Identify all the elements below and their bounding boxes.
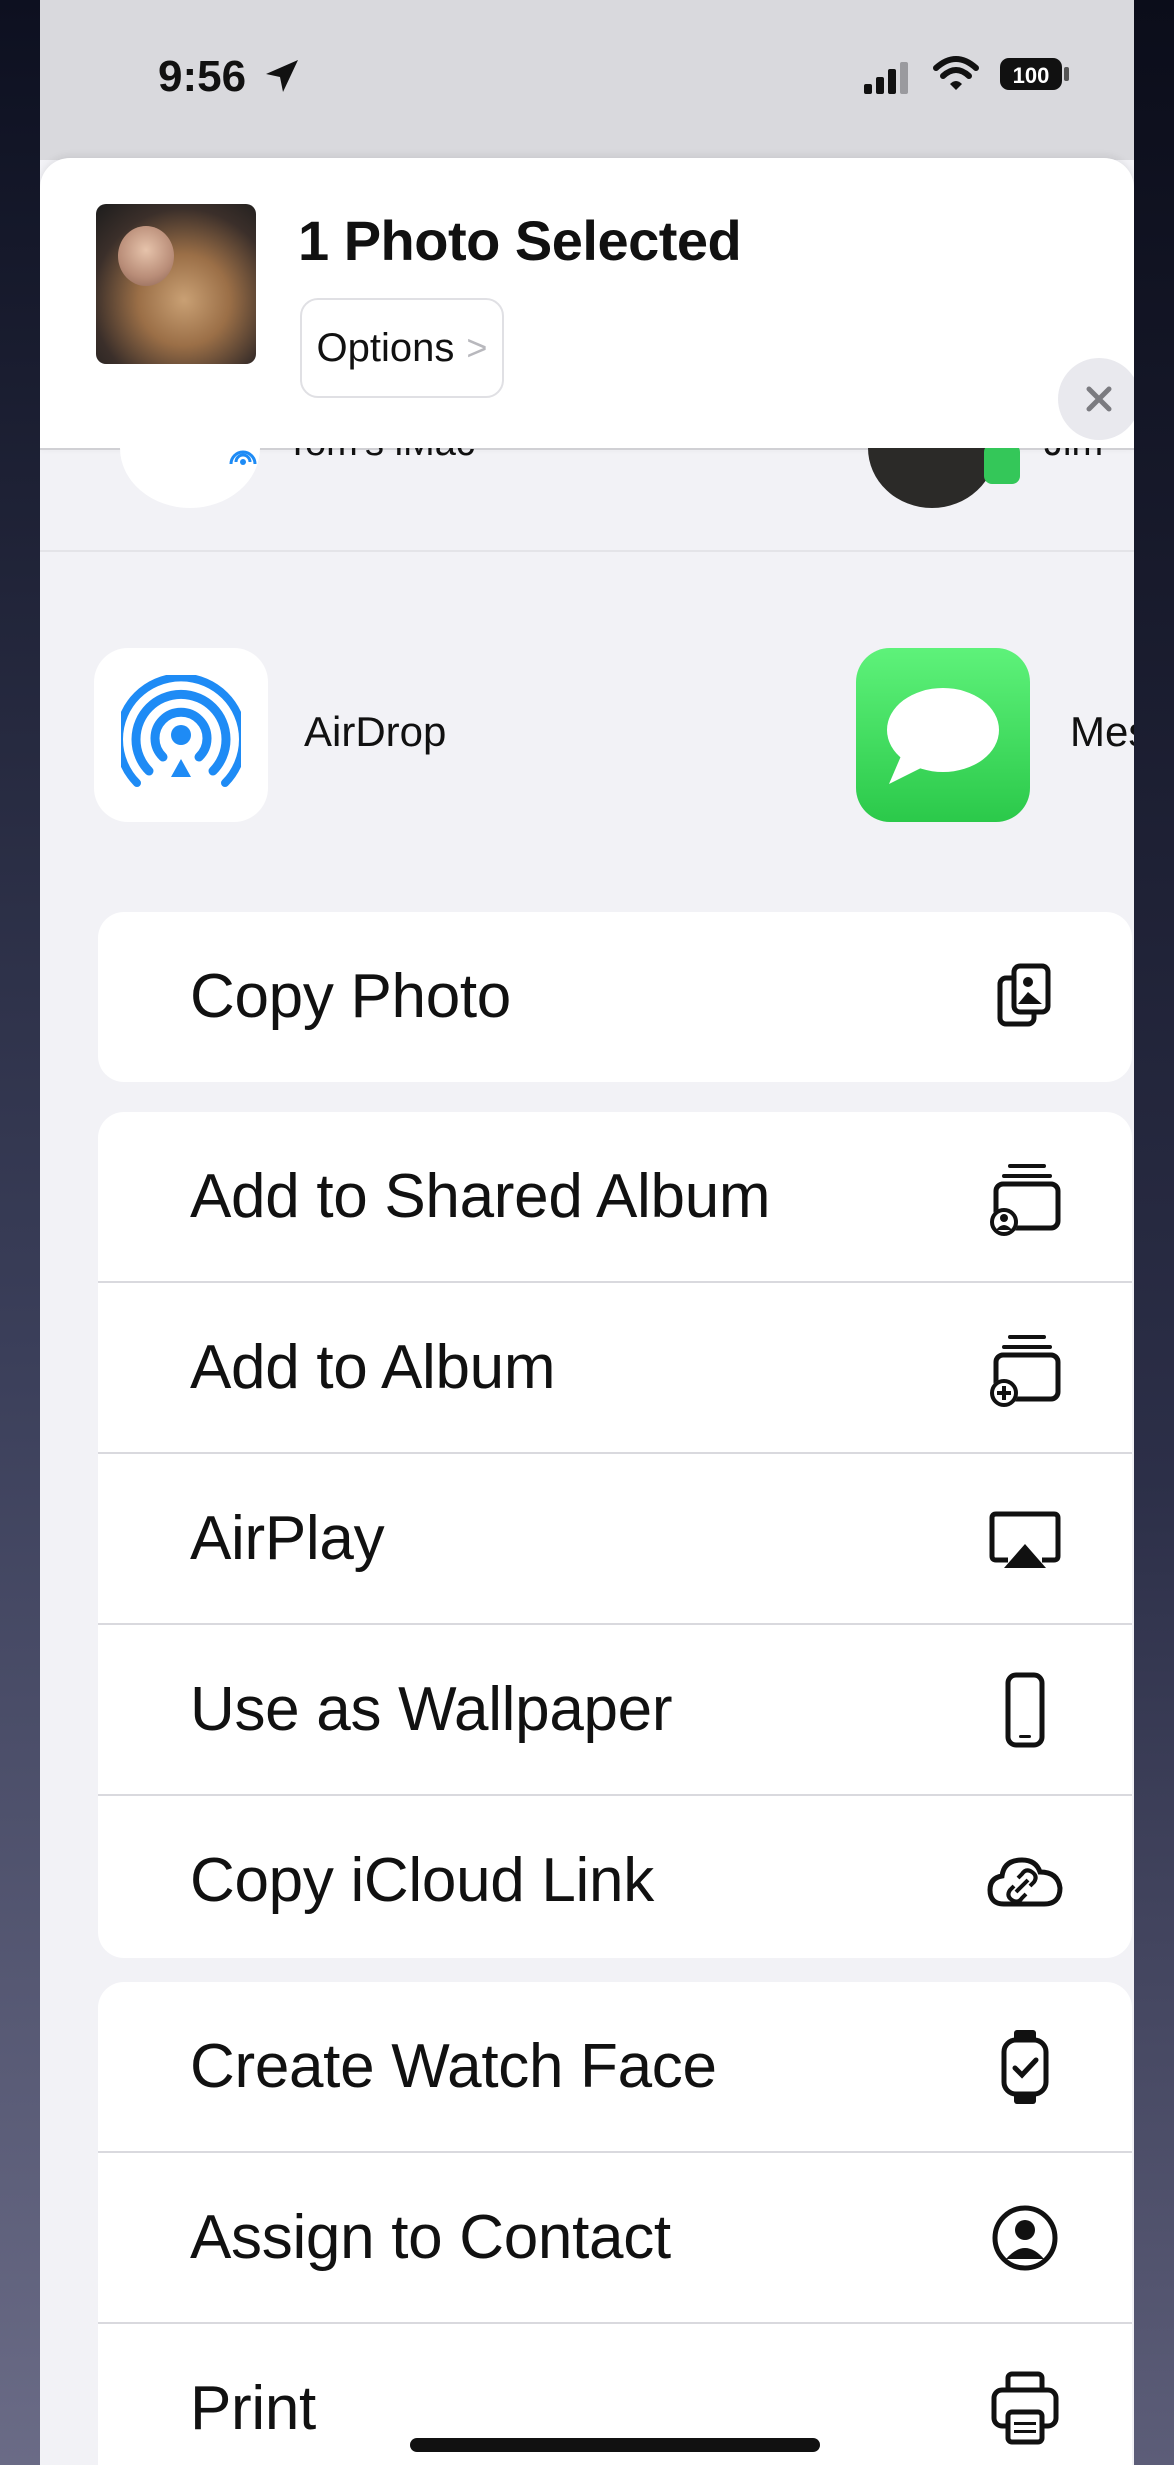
close-button[interactable] <box>1058 358 1134 440</box>
options-button[interactable]: Options > <box>300 298 504 398</box>
action-group-more: Create Watch Face Assign to Contact Prin… <box>98 1982 1132 2465</box>
share-sheet-screen: 9:56 100 1 Photo Selected Options > AirD… <box>40 0 1134 2465</box>
action-group-copy: Copy Photo <box>98 912 1132 1082</box>
printer-icon <box>991 2371 1059 2444</box>
action-label: Copy iCloud Link <box>190 1846 654 1915</box>
status-time: 9:56 <box>158 52 247 101</box>
add-to-shared-album-row[interactable]: Add to Shared Album <box>98 1112 1132 1283</box>
share-apps-row: AirDrop Mess <box>40 648 1134 828</box>
cellular-signal-icon <box>864 62 908 94</box>
person-label-toms-imac: Tom's iMac <box>286 448 475 465</box>
person-label-jim: Jim <box>1044 448 1103 465</box>
location-arrow-icon <box>266 60 298 92</box>
action-label: AirPlay <box>190 1504 385 1573</box>
share-header: 1 Photo Selected Options > <box>40 158 1134 450</box>
chevron-right-icon: > <box>466 327 488 368</box>
action-label: Copy Photo <box>190 962 511 1031</box>
airdrop-icon <box>121 675 241 787</box>
use-as-wallpaper-row[interactable]: Use as Wallpaper <box>98 1625 1132 1796</box>
add-album-icon <box>990 1334 1061 1407</box>
home-indicator <box>410 2438 820 2452</box>
action-label: Add to Album <box>190 1333 556 1402</box>
suggested-people-row: Tom's iMac Jim <box>40 448 1134 548</box>
create-watch-face-row[interactable]: Create Watch Face <box>98 1982 1132 2153</box>
messages-label: Mess <box>1070 708 1134 755</box>
airplay-icon <box>989 1511 1061 1568</box>
battery-icon: 100 <box>1000 58 1069 90</box>
airdrop-badge-icon <box>229 450 257 465</box>
action-label: Print <box>190 2374 316 2443</box>
copy-icloud-link-row[interactable]: Copy iCloud Link <box>98 1796 1132 1958</box>
airdrop-app-button[interactable] <box>94 648 268 822</box>
options-label: Options <box>316 325 455 370</box>
section-divider <box>40 550 1134 552</box>
messages-badge-icon <box>984 448 1020 484</box>
person-avatar-jim[interactable] <box>868 448 996 508</box>
action-label: Use as Wallpaper <box>190 1675 673 1744</box>
add-to-album-row[interactable]: Add to Album <box>98 1283 1132 1454</box>
background-left-edge <box>0 0 40 2465</box>
contact-icon <box>992 2205 1058 2270</box>
messages-icon <box>887 688 999 784</box>
airdrop-label: AirDrop <box>304 708 447 755</box>
watch-icon <box>1001 2029 1049 2104</box>
messages-app-button[interactable] <box>856 648 1030 822</box>
action-label: Add to Shared Album <box>190 1162 771 1231</box>
shared-album-icon <box>990 1163 1061 1236</box>
copy-photo-row[interactable]: Copy Photo <box>98 912 1132 1081</box>
assign-to-contact-row[interactable]: Assign to Contact <box>98 2153 1132 2324</box>
copy-photo-icon <box>997 963 1051 1026</box>
airplay-row[interactable]: AirPlay <box>98 1454 1132 1625</box>
photo-thumbnail <box>96 204 256 364</box>
close-icon <box>1086 386 1112 412</box>
action-group-album: Add to Shared Album Add to Album AirPlay… <box>98 1112 1132 1958</box>
action-label: Create Watch Face <box>190 2032 717 2101</box>
phone-icon <box>1005 1672 1045 1747</box>
icloud-link-icon <box>987 1856 1063 1906</box>
action-label: Assign to Contact <box>190 2203 671 2272</box>
background-right-edge <box>1134 0 1174 2465</box>
battery-level: 100 <box>1013 63 1050 88</box>
selection-title: 1 Photo Selected <box>298 209 742 272</box>
status-bar: 9:56 100 <box>40 0 1134 160</box>
wifi-icon <box>933 56 979 90</box>
